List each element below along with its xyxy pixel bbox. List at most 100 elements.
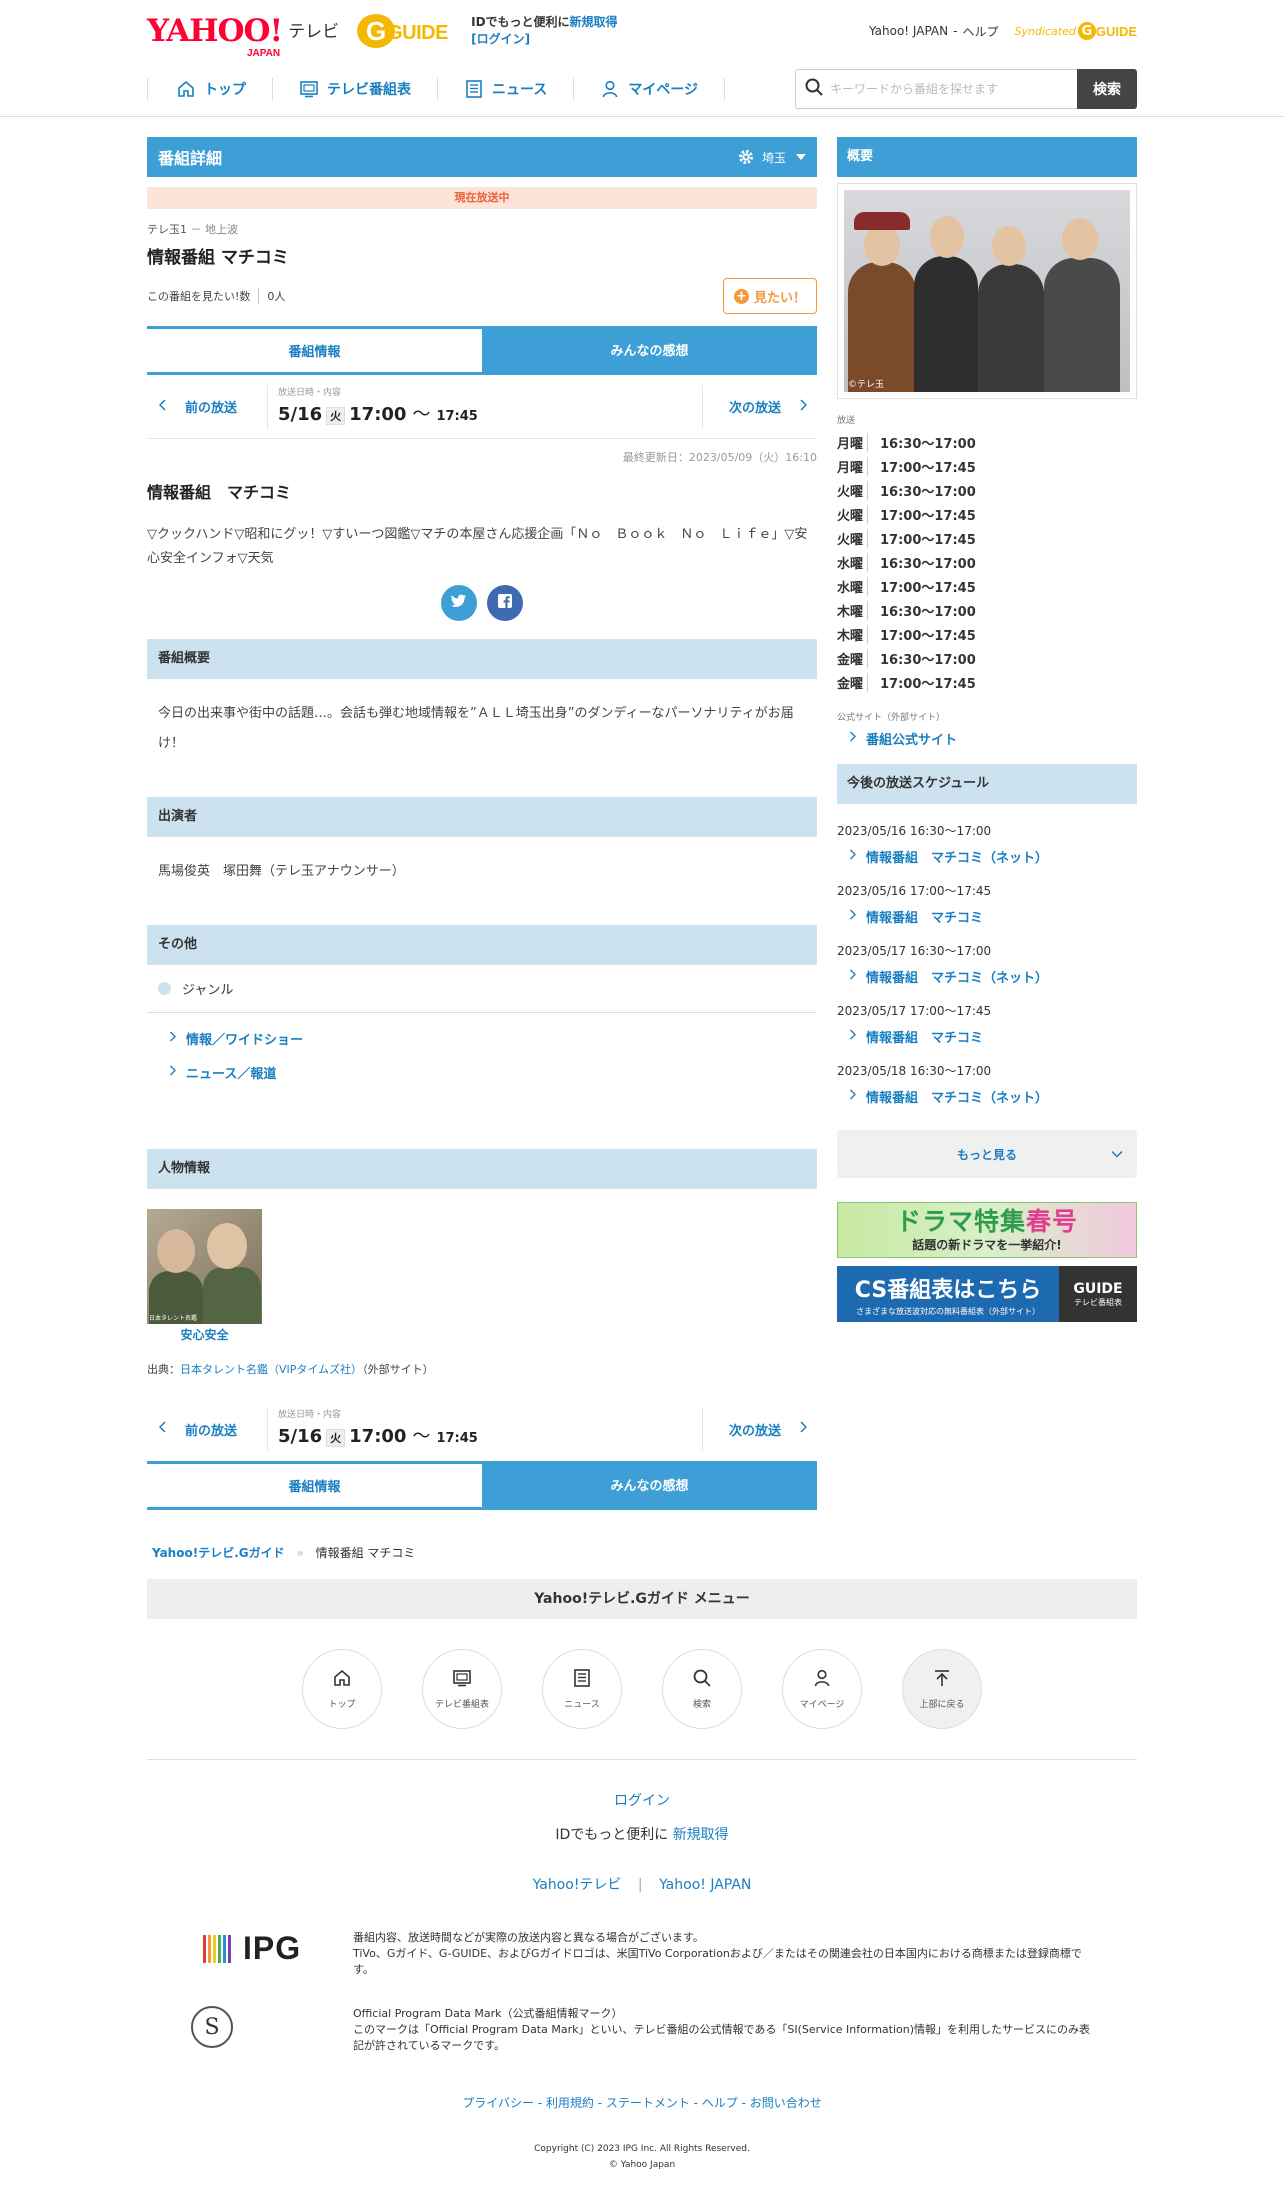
footer-menu-search[interactable]: 検索 bbox=[662, 1649, 742, 1729]
search-input[interactable] bbox=[830, 82, 1070, 96]
broadcast-day: 月曜 bbox=[837, 436, 864, 452]
twitter-share-button[interactable] bbox=[441, 585, 477, 621]
help-link[interactable]: ヘルプ bbox=[962, 23, 998, 40]
schedule-program-title: 情報番組 マチコミ（ネット） bbox=[866, 971, 1049, 986]
tab-reviews[interactable]: みんなの感想 bbox=[482, 326, 817, 372]
site-header: YAHOO! JAPAN テレビ G GUIDE IDでもっと便利に新規取得 [ロ… bbox=[147, 0, 1137, 62]
footer-menu-back-to-top[interactable]: 上部に戻る bbox=[902, 1649, 982, 1729]
nav-mypage[interactable]: マイページ bbox=[573, 78, 726, 100]
chevron-right-icon bbox=[849, 1029, 856, 1044]
broadcast-time: 17:00～17:45 bbox=[867, 576, 976, 596]
chevron-down-icon bbox=[796, 154, 806, 160]
detail-tabs-bottom: 番組情報 みんなの感想 bbox=[147, 1461, 817, 1510]
footer-menu-mypage[interactable]: マイページ bbox=[782, 1649, 862, 1729]
content-title: 情報番組 マチコミ bbox=[147, 483, 292, 502]
want-to-watch-button[interactable]: + 見たい！ bbox=[723, 278, 817, 314]
footer-site-links: Yahoo!テレビ | Yahoo! JAPAN bbox=[147, 1874, 1137, 1894]
genre-link-info-wideshow[interactable]: 情報／ワイドショー bbox=[147, 1021, 817, 1055]
schedule-program-link[interactable]: 情報番組 マチコミ（ネット） bbox=[837, 1087, 1137, 1106]
show-more-button[interactable]: もっと見る bbox=[837, 1130, 1137, 1178]
channel-separator: － bbox=[190, 223, 202, 236]
broadcast-day: 火曜 bbox=[837, 484, 864, 500]
chevron-right-icon bbox=[169, 1031, 176, 1046]
yahoo-japan-link[interactable]: Yahoo! JAPAN bbox=[869, 24, 948, 38]
tab-reviews-bottom[interactable]: みんなの感想 bbox=[482, 1461, 817, 1507]
broadcast-start: 17:00 bbox=[349, 1426, 407, 1447]
policy-links[interactable]: プライバシー - 利用規約 - ステートメント - ヘルプ - お問い合わせ bbox=[147, 2094, 1137, 2111]
channel-name: テレ玉1 bbox=[147, 223, 187, 236]
footer-menu-top[interactable]: トップ bbox=[302, 1649, 382, 1729]
login-link[interactable]: [ログイン] bbox=[471, 32, 530, 46]
broadcast-time-row: 火曜 16:30～17:00 bbox=[837, 478, 1137, 502]
copyright-line-1: Copyright (C) 2023 IPG Inc. All Rights R… bbox=[534, 2144, 750, 2154]
tab-program-info-bottom[interactable]: 番組情報 bbox=[147, 1461, 482, 1507]
user-icon bbox=[600, 79, 620, 99]
tab-program-info[interactable]: 番組情報 bbox=[147, 326, 482, 372]
chevron-right-icon bbox=[799, 1421, 808, 1437]
nav-top[interactable]: トップ bbox=[147, 78, 272, 100]
broadcast-time-row: 月曜 17:00～17:45 bbox=[837, 454, 1137, 478]
next-broadcast-button[interactable]: 次の放送 bbox=[702, 384, 817, 429]
footer-menu-tv-schedule[interactable]: テレビ番組表 bbox=[422, 1649, 502, 1729]
cs-schedule-banner[interactable]: CS番組表はこちら さまざまな放送波対応の無料番組表（外部サイト） GUIDE … bbox=[837, 1266, 1137, 1322]
nav-tv-schedule[interactable]: テレビ番組表 bbox=[272, 78, 437, 100]
g-guide-logo[interactable]: G GUIDE bbox=[357, 14, 453, 48]
copyright: Copyright (C) 2023 IPG Inc. All Rights R… bbox=[147, 2141, 1137, 2193]
news-icon bbox=[572, 1668, 592, 1691]
cs-banner-subtitle: さまざまな放送波対応の無料番組表（外部サイト） bbox=[856, 1306, 1040, 1316]
schedule-heading: 今後の放送スケジュール bbox=[837, 764, 1137, 804]
broadcast-time: 16:30～17:00 bbox=[867, 552, 976, 572]
share-buttons bbox=[147, 585, 817, 621]
schedule-program-link[interactable]: 情報番組 マチコミ bbox=[837, 1027, 1137, 1046]
genre-link-news[interactable]: ニュース／報道 bbox=[147, 1055, 817, 1089]
person-card[interactable]: 日本タレント名鑑 安心安全 bbox=[147, 1209, 262, 1343]
content-text: ▽クックハンド▽昭和にグッ！▽すいーつ図鑑▽マチの本屋さん応援企画「Ｎｏ Ｂｏｏ… bbox=[147, 527, 808, 566]
schedule-program-link[interactable]: 情報番組 マチコミ（ネット） bbox=[837, 847, 1137, 866]
prev-broadcast-button-bottom[interactable]: 前の放送 bbox=[147, 1420, 267, 1439]
broadcast-datetime-value: 5/16 火 17:00 〜 17:45 bbox=[278, 1422, 702, 1448]
schedule-item: 2023/05/16 16:30～17:00 情報番組 マチコミ（ネット） bbox=[837, 822, 1137, 866]
talent-directory-link[interactable]: 日本タレント名鑑（VIPタイムズ社） bbox=[180, 1363, 362, 1376]
nav-news[interactable]: ニュース bbox=[437, 78, 573, 100]
chevron-right-icon bbox=[169, 1065, 176, 1080]
breadcrumb-home[interactable]: Yahoo!テレビ.Gガイド bbox=[152, 1546, 285, 1560]
schedule-datetime: 2023/05/16 16:30～17:00 bbox=[837, 824, 992, 838]
tv-logo-text[interactable]: テレビ bbox=[288, 17, 339, 42]
broadcast-day: 月曜 bbox=[837, 460, 864, 476]
footer-yahoo-tv-link[interactable]: Yahoo!テレビ bbox=[533, 1877, 622, 1893]
official-site-link[interactable]: 番組公式サイト bbox=[837, 729, 1137, 748]
tv-icon bbox=[299, 79, 319, 99]
schedule-program-link[interactable]: 情報番組 マチコミ（ネット） bbox=[837, 967, 1137, 986]
broadcast-day: 火 bbox=[326, 1429, 346, 1447]
footer-menu-news[interactable]: ニュース bbox=[542, 1649, 622, 1729]
legal-line-2: TiVo、Gガイド、G-GUIDE、およびGガイドロゴは、米国TiVo Corp… bbox=[353, 1947, 1082, 1976]
drama-special-banner[interactable]: ドラマ特集春号 話題の新ドラマを一挙紹介! bbox=[837, 1202, 1137, 1258]
prev-broadcast-label: 前の放送 bbox=[185, 401, 238, 416]
detail-tabs: 番組情報 みんなの感想 bbox=[147, 326, 817, 375]
broadcast-time: 17:00～17:45 bbox=[867, 624, 976, 644]
chevron-left-icon bbox=[158, 398, 167, 415]
next-broadcast-button-bottom[interactable]: 次の放送 bbox=[702, 1407, 817, 1451]
broadcast-pager: 前の放送 放送日時・内容 5/16 火 17:00 〜 17:45 次の放送 bbox=[147, 375, 817, 439]
footer-yahoo-japan-link[interactable]: Yahoo! JAPAN bbox=[659, 1877, 751, 1893]
program-title: 情報番組 マチコミ bbox=[147, 248, 289, 268]
yahoo-logo[interactable]: YAHOO! JAPAN bbox=[147, 15, 283, 58]
footer-menu-label: トップ bbox=[328, 1700, 356, 1710]
register-link[interactable]: 新規取得 bbox=[570, 15, 618, 29]
broadcast-time: 16:30～17:00 bbox=[867, 480, 976, 500]
genre-dot-icon bbox=[158, 982, 171, 995]
prev-broadcast-button[interactable]: 前の放送 bbox=[147, 397, 267, 416]
legal-notice-ipg: IPG 番組内容、放送時間などが実際の放送内容と異なる場合がございます。 TiV… bbox=[147, 1930, 1137, 1978]
summary-heading: 番組概要 bbox=[147, 639, 817, 679]
footer-login-link[interactable]: ログイン bbox=[614, 1793, 670, 1809]
schedule-program-link[interactable]: 情報番組 マチコミ bbox=[837, 907, 1137, 926]
show-more-label: もっと見る bbox=[956, 1147, 1017, 1162]
facebook-share-button[interactable] bbox=[487, 585, 523, 621]
nav-mypage-label: マイページ bbox=[628, 82, 699, 98]
footer-register-link[interactable]: 新規取得 bbox=[673, 1827, 729, 1843]
home-icon bbox=[332, 1668, 352, 1691]
search-button[interactable]: 検索 bbox=[1077, 69, 1137, 109]
broadcast-time: 17:00～17:45 bbox=[867, 672, 976, 692]
search-icon bbox=[804, 77, 824, 101]
area-selector[interactable]: 埼玉 bbox=[738, 149, 806, 166]
